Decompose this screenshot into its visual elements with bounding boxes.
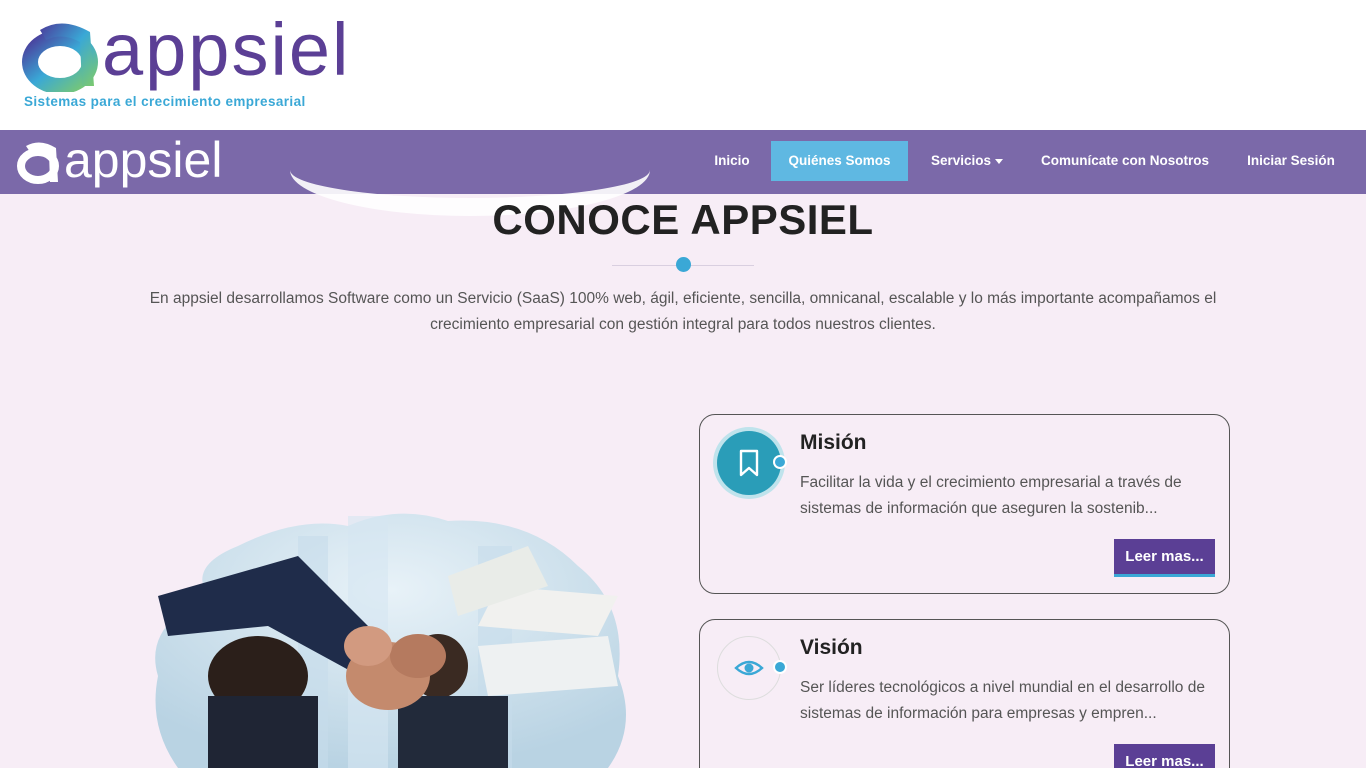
vision-icon-circle — [717, 636, 781, 700]
mision-card: Misión Facilitar la vida y el crecimient… — [699, 414, 1230, 594]
nav-servicios-label: Servicios — [930, 153, 992, 168]
team-fist-bump-image — [148, 506, 654, 768]
navbar-logo[interactable]: appsiel — [16, 132, 222, 190]
navbar-logo-a-icon — [17, 142, 59, 184]
nav-servicios[interactable]: Servicios — [922, 141, 1012, 181]
logo-a-icon — [22, 23, 98, 92]
chevron-down-icon — [995, 158, 1004, 164]
top-header: appsiel Sistemas para el crecimiento emp… — [0, 0, 1366, 130]
mision-leer-mas-button[interactable]: Leer mas... — [1114, 539, 1215, 577]
vision-leer-mas-button[interactable]: Leer mas... — [1114, 744, 1215, 768]
mision-text: Facilitar la vida y el crecimiento empre… — [800, 474, 1182, 517]
bookmark-icon — [739, 449, 759, 477]
mision-icon-dot — [773, 455, 787, 469]
vision-card: Visión Ser líderes tecnológicos a nivel … — [699, 619, 1230, 768]
eye-icon — [734, 660, 764, 676]
appsiel-logo[interactable]: appsiel Sistemas para el crecimiento emp… — [22, 10, 352, 116]
vision-text: Ser líderes tecnológicos a nivel mundial… — [800, 679, 1205, 722]
main-navbar: appsiel Inicio Quiénes Somos Servicios C… — [0, 130, 1366, 194]
intro-text: En appsiel desarrollamos Software como u… — [149, 290, 1217, 333]
vision-icon-dot — [773, 660, 787, 674]
title-divider-dot — [676, 257, 691, 272]
nav-comunicate[interactable]: Comunícate con Nosotros — [1036, 141, 1214, 181]
nav-inicio[interactable]: Inicio — [704, 141, 760, 181]
nav-iniciar-sesion[interactable]: Iniciar Sesión — [1240, 141, 1342, 181]
mision-icon-circle — [717, 431, 781, 495]
logo-wordmark: appsiel — [102, 8, 351, 91]
navbar-logo-wordmark: appsiel — [64, 132, 223, 188]
nav-quienes-somos[interactable]: Quiénes Somos — [771, 141, 908, 181]
logo-tagline: Sistemas para el crecimiento empresarial — [24, 94, 306, 109]
mision-title: Misión — [800, 431, 867, 454]
page-title: CONOCE APPSIEL — [492, 196, 874, 243]
vision-title: Visión — [800, 636, 863, 659]
